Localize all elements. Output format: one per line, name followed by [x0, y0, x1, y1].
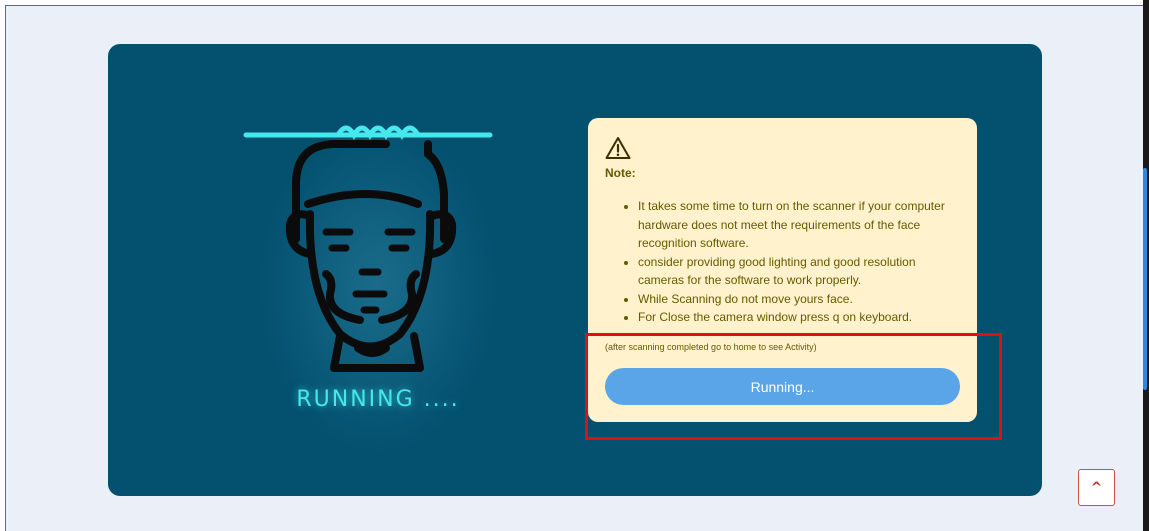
caret-up-icon: ^ — [1090, 480, 1103, 496]
note-item: While Scanning do not move yours face. — [638, 290, 963, 309]
warning-triangle-icon — [605, 137, 631, 159]
note-title: Note: — [605, 166, 636, 180]
highlight-annotation-box — [585, 333, 1002, 440]
note-item: consider providing good lighting and goo… — [638, 253, 963, 290]
scroll-to-top-button[interactable]: ^ — [1078, 469, 1115, 506]
scrollbar-thumb[interactable] — [1143, 168, 1147, 390]
note-list: It takes some time to turn on the scanne… — [621, 197, 963, 327]
note-item: It takes some time to turn on the scanne… — [638, 197, 963, 253]
face-scan-icon — [243, 125, 493, 372]
scanner-status-label: RUNNING .... — [296, 387, 460, 412]
note-item: For Close the camera window press q on k… — [638, 308, 963, 327]
